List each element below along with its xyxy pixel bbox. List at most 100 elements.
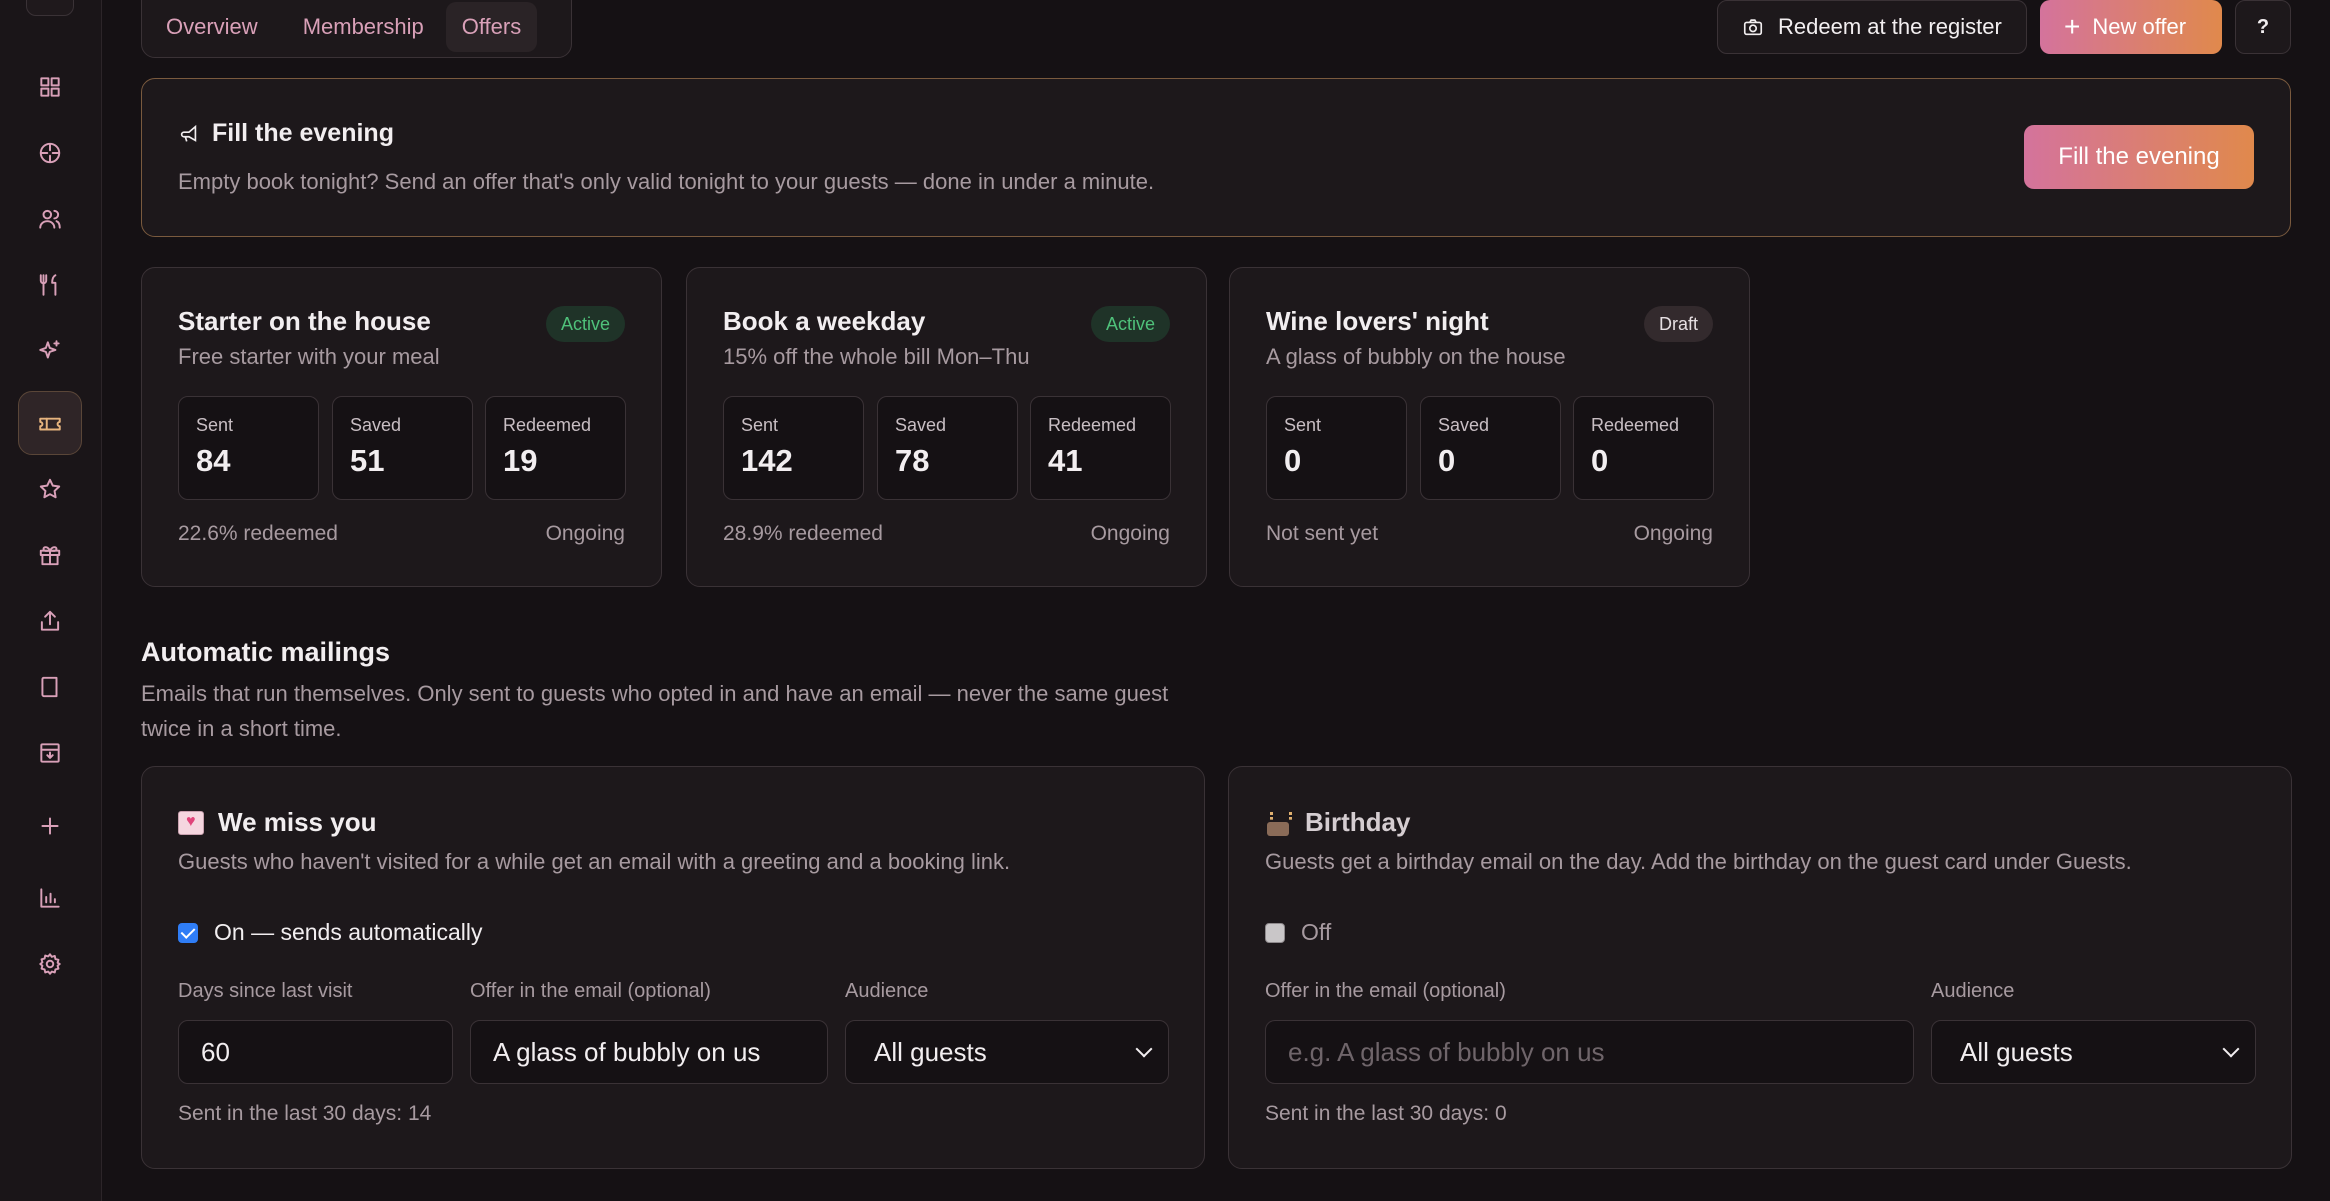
- sparkle-icon[interactable]: [18, 319, 82, 383]
- tab-bar: Overview Membership Offers: [141, 0, 572, 58]
- status-badge: Active: [545, 306, 625, 342]
- offer-card[interactable]: Starter on the house Free starter with y…: [141, 267, 662, 587]
- stat-value: 19: [503, 443, 538, 478]
- mailing-title: Birthday: [1305, 807, 1411, 837]
- days-label: Days since last visit: [178, 980, 353, 1002]
- offer-name: Wine lovers' night: [1266, 306, 1489, 336]
- star-icon[interactable]: [18, 457, 82, 521]
- offer-label: Offer in the email (optional): [1265, 980, 1506, 1002]
- checkbox[interactable]: [178, 922, 198, 943]
- stat-value: 51: [350, 443, 385, 478]
- section-description: Emails that run themselves. Only sent to…: [141, 681, 1169, 741]
- camera-icon: [1743, 19, 1763, 36]
- offer-subtitle: 15% off the whole bill Mon–Thu: [723, 344, 1030, 369]
- redeem-at-register-button[interactable]: Redeem at the register: [1717, 0, 2027, 54]
- tab-offers[interactable]: Offers: [445, 2, 538, 52]
- stat-label: Redeemed: [503, 415, 592, 435]
- stat-label: Sent: [196, 415, 234, 435]
- offer-name: Book a weekday: [723, 306, 926, 336]
- mailing-title: We miss you: [218, 807, 377, 837]
- stat-sent: Sent 0: [1266, 396, 1407, 500]
- offers-icon[interactable]: [18, 391, 82, 455]
- menu-icon[interactable]: [18, 253, 82, 317]
- stat-label: Saved: [350, 415, 402, 435]
- guests-icon[interactable]: [18, 187, 82, 251]
- days-since-visit-input[interactable]: 60: [178, 1020, 453, 1084]
- stat-saved: Saved 51: [332, 396, 473, 500]
- mailing-description: Guests who haven't visited for a while g…: [178, 849, 1011, 874]
- gift-icon[interactable]: [18, 523, 82, 587]
- reservations-icon[interactable]: [18, 121, 82, 185]
- status-badge: Draft: [1643, 306, 1713, 342]
- offer-card[interactable]: Wine lovers' night A glass of bubbly on …: [1229, 267, 1750, 587]
- sent-count: Sent in the last 30 days: 0: [1265, 1102, 1507, 1125]
- audience-label: Audience: [845, 980, 929, 1002]
- auto-send-toggle[interactable]: Off: [1265, 919, 1331, 946]
- settings-icon[interactable]: [18, 932, 82, 996]
- status-badge: Active: [1090, 306, 1170, 342]
- stat-sent: Sent 142: [723, 396, 864, 500]
- stat-value: 142: [741, 443, 793, 478]
- offer-duration: Ongoing: [1090, 522, 1170, 545]
- redeem-at-register-label: Redeem at the register: [1778, 14, 2002, 39]
- megaphone-icon: [180, 124, 197, 142]
- cake-icon: [1265, 810, 1292, 836]
- offer-card[interactable]: Book a weekday 15% off the whole bill Mo…: [686, 267, 1207, 587]
- checkbox[interactable]: [1265, 922, 1285, 943]
- share-icon[interactable]: [18, 589, 82, 653]
- book-icon[interactable]: [18, 655, 82, 719]
- banner-description: Empty book tonight? Send an offer that's…: [178, 169, 1155, 194]
- stat-redeemed: Redeemed 0: [1573, 396, 1714, 500]
- love-letter-icon: [178, 810, 204, 835]
- auto-send-toggle[interactable]: On — sends automatically: [178, 919, 482, 946]
- toggle-label: Off: [1301, 919, 1332, 945]
- chevron-down-icon: [2222, 1040, 2240, 1058]
- add-icon[interactable]: [18, 794, 82, 858]
- archive-icon[interactable]: [18, 721, 82, 785]
- audience-value: All guests: [1960, 1036, 2073, 1067]
- dashboard-icon[interactable]: [18, 55, 82, 119]
- stat-redeemed: Redeemed 41: [1030, 396, 1171, 500]
- offer-subtitle: A glass of bubbly on the house: [1266, 344, 1566, 369]
- sent-count: Sent in the last 30 days: 14: [178, 1102, 432, 1125]
- fill-evening-banner: Fill the evening Empty book tonight? Sen…: [141, 78, 2291, 237]
- help-button[interactable]: ?: [2235, 0, 2291, 54]
- redemption-rate: 28.9% redeemed: [723, 522, 883, 545]
- stat-value: 0: [1438, 443, 1456, 478]
- stat-label: Saved: [895, 415, 947, 435]
- we-miss-you-card: We miss you Guests who haven't visited f…: [141, 766, 1205, 1169]
- tab-membership[interactable]: Membership: [303, 6, 424, 48]
- stat-sent: Sent 84: [178, 396, 319, 500]
- offer-subtitle: Free starter with your meal: [178, 344, 440, 369]
- offer-input[interactable]: A glass of bubbly on us: [470, 1020, 828, 1084]
- stat-value: 41: [1048, 443, 1083, 478]
- stat-value: 0: [1284, 443, 1302, 478]
- chart-icon[interactable]: [18, 866, 82, 930]
- new-offer-button[interactable]: + New offer: [2040, 0, 2222, 54]
- stat-label: Sent: [1284, 415, 1322, 435]
- redemption-rate: Not sent yet: [1266, 522, 1379, 545]
- offer-duration: Ongoing: [1633, 522, 1713, 545]
- stat-value: 78: [895, 443, 930, 478]
- audience-select[interactable]: All guests: [1931, 1020, 2256, 1084]
- banner-title: Fill the evening: [212, 119, 394, 147]
- toggle-label: On — sends automatically: [214, 919, 483, 945]
- stat-label: Redeemed: [1591, 415, 1680, 435]
- sidebar: [0, 0, 102, 1201]
- collapse-button[interactable]: [26, 0, 74, 16]
- stat-label: Saved: [1438, 415, 1490, 435]
- tab-overview[interactable]: Overview: [166, 6, 258, 48]
- audience-select[interactable]: All guests: [845, 1020, 1169, 1084]
- stat-saved: Saved 78: [877, 396, 1018, 500]
- stat-label: Redeemed: [1048, 415, 1137, 435]
- banner-heading: Fill the evening: [178, 119, 394, 148]
- section-title: Automatic mailings: [141, 637, 391, 667]
- audience-value: All guests: [874, 1036, 987, 1067]
- stat-saved: Saved 0: [1420, 396, 1561, 500]
- offer-duration: Ongoing: [545, 522, 625, 545]
- mailing-heading: We miss you: [178, 807, 376, 838]
- offer-input[interactable]: e.g. A glass of bubbly on us: [1265, 1020, 1914, 1084]
- stat-label: Sent: [741, 415, 779, 435]
- mailing-heading: Birthday: [1265, 807, 1410, 838]
- fill-evening-button[interactable]: Fill the evening: [2024, 125, 2254, 189]
